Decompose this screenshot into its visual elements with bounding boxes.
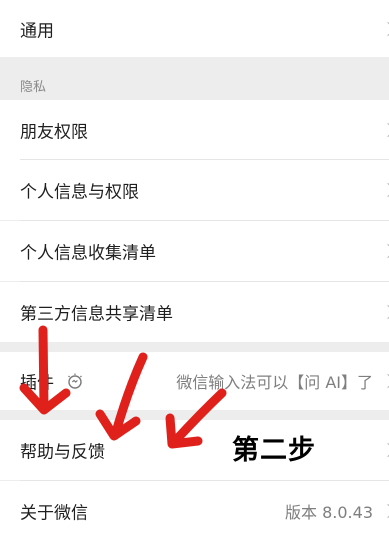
chevron-right-icon [380,243,389,259]
chevron-right-icon [380,122,389,138]
help-feedback-label: 帮助与反馈 [20,442,105,463]
chevron-right-icon [380,503,389,519]
third-party-sharing-row[interactable]: 第三方信息共享清单 [0,282,389,342]
privacy-section-title: 隐私 [20,80,47,95]
personal-info-collection-label: 个人信息收集清单 [20,243,156,264]
plugins-row[interactable]: 插件 微信输入法可以【问 AI】了 [0,352,389,410]
personal-info-collection-row[interactable]: 个人信息收集清单 [0,221,389,281]
friend-permissions-row[interactable]: 朋友权限 [0,100,389,160]
general-label: 通用 [20,21,54,41]
chevron-right-icon [380,442,389,458]
plugins-value: 微信输入法可以【问 AI】了 [176,373,373,392]
chevron-right-icon [380,304,389,320]
chevron-right-icon [380,21,389,36]
annotation-step-two: 第二步 [232,435,316,466]
friend-permissions-label: 朋友权限 [20,122,88,143]
plugins-label: 插件 [20,373,54,394]
chevron-right-icon [380,373,389,389]
help-feedback-row[interactable]: 帮助与反馈 [0,420,389,480]
chevron-right-icon [380,182,389,198]
about-wechat-label: 关于微信 [20,503,88,524]
third-party-sharing-label: 第三方信息共享清单 [20,304,173,325]
plugin-icon [68,373,82,389]
version-value: 版本 8.0.43 [285,503,373,522]
personal-info-permissions-label: 个人信息与权限 [20,182,139,203]
about-wechat-row[interactable]: 关于微信 版本 8.0.43 [0,481,389,541]
personal-info-permissions-row[interactable]: 个人信息与权限 [0,160,389,220]
general-row[interactable]: 通用 [0,0,389,57]
